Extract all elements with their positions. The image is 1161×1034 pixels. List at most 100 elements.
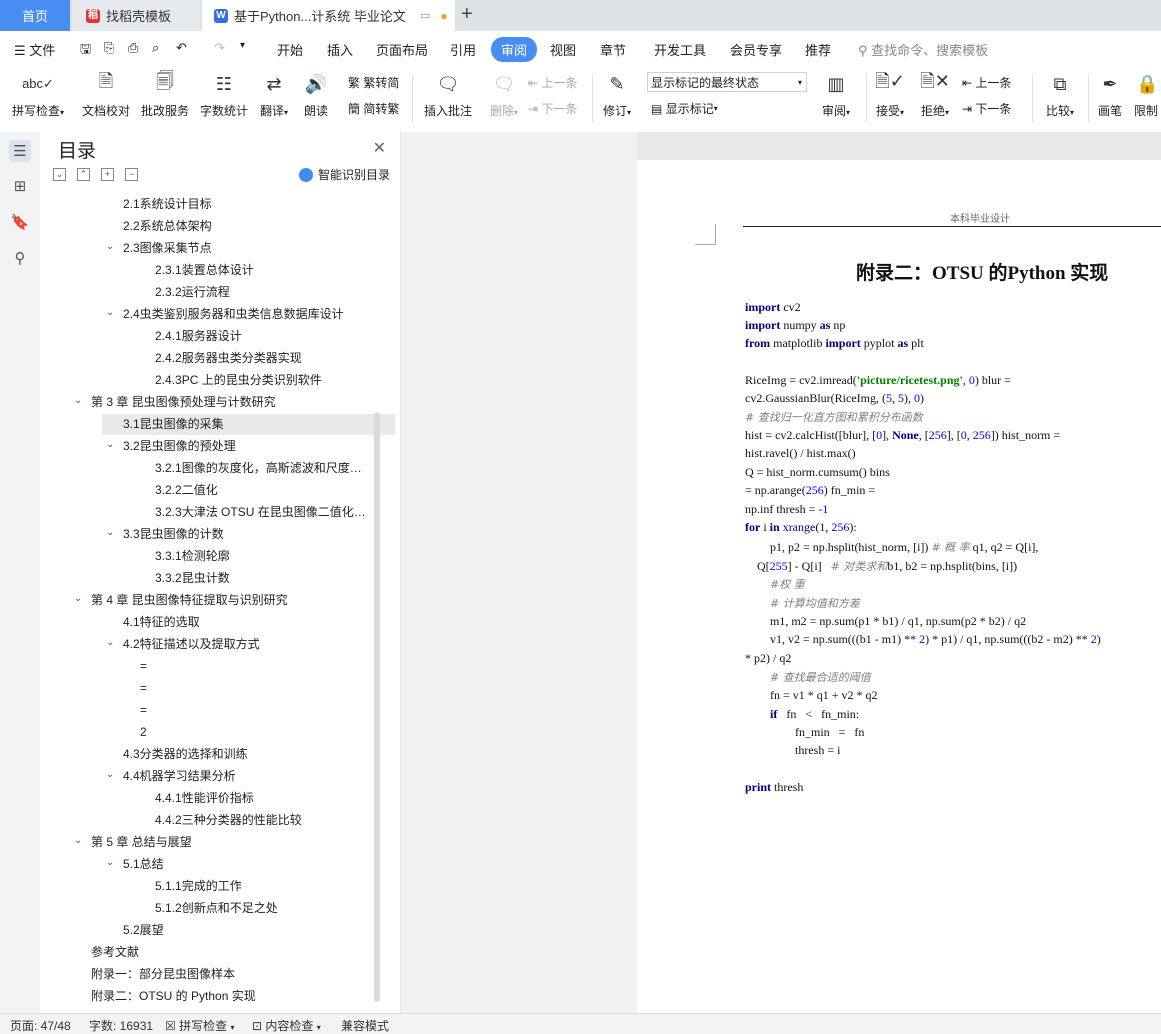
- close-icon[interactable]: ✕: [373, 138, 386, 158]
- redo-icon[interactable]: ↷: [214, 40, 225, 56]
- chevron-down-icon[interactable]: ⌄: [106, 527, 114, 538]
- reject-button[interactable]: 🗎✕ 拒绝▾: [905, 70, 965, 119]
- menu-member[interactable]: 会员专享: [730, 40, 782, 59]
- toc-item[interactable]: 4.4机器学习结果分析: [123, 766, 374, 787]
- toc-item[interactable]: 2.3图像采集节点: [123, 238, 374, 259]
- file-menu[interactable]: ☰ 文件: [14, 40, 55, 59]
- menu-insert[interactable]: 插入: [327, 40, 353, 59]
- toc-item[interactable]: 3.3.2昆虫计数: [155, 568, 374, 589]
- toc-item[interactable]: 4.4.2三种分类器的性能比较: [155, 810, 374, 831]
- save-icon[interactable]: 🖫: [80, 40, 91, 62]
- next-change-button[interactable]: ⇥ 下一条: [962, 100, 1011, 117]
- add-heading-icon[interactable]: +: [101, 168, 114, 181]
- insert-comment-button[interactable]: 🗨 插入批注: [418, 70, 478, 119]
- search-icon[interactable]: ⚲: [9, 247, 31, 269]
- batch-service-button[interactable]: 🗐 批改服务: [135, 70, 195, 119]
- toc-item[interactable]: 3.2昆虫图像的预处理: [123, 436, 374, 457]
- chevron-down-icon[interactable]: ⌄: [106, 241, 114, 252]
- toc-item[interactable]: 3.2.2二值化: [155, 480, 374, 501]
- read-aloud-button[interactable]: 🔊 朗读: [290, 70, 342, 119]
- spell-check-button[interactable]: abc✓ 拼写检查▾: [8, 70, 68, 119]
- toc-item[interactable]: 5.1总结: [123, 854, 374, 875]
- toc-item[interactable]: =: [140, 678, 374, 699]
- toc-item[interactable]: 2.3.2运行流程: [155, 282, 374, 303]
- word-count-indicator[interactable]: 字数: 16931: [89, 1017, 153, 1034]
- delete-comment-button[interactable]: 🗨 删除▾: [474, 70, 534, 119]
- chevron-down-icon[interactable]: ⌄: [106, 439, 114, 450]
- remove-heading-icon[interactable]: −: [125, 168, 138, 181]
- chevron-down-icon[interactable]: ⌄: [106, 857, 114, 868]
- toc-item[interactable]: 4.4.1性能评价指标: [155, 788, 374, 809]
- menu-developer[interactable]: 开发工具: [654, 40, 706, 59]
- tab-templates[interactable]: 稻 找稻壳模板: [72, 0, 200, 31]
- menu-start[interactable]: 开始: [277, 40, 303, 59]
- display-state-select[interactable]: 显示标记的最终状态 ▾: [647, 72, 807, 92]
- new-tab-plus-icon[interactable]: +: [461, 3, 473, 26]
- menu-layout[interactable]: 页面布局: [376, 40, 428, 59]
- prev-change-button[interactable]: ⇤ 上一条: [962, 74, 1011, 91]
- bookmark-icon[interactable]: 🔖: [9, 211, 31, 233]
- toc-item[interactable]: 3.1昆虫图像的采集: [102, 414, 395, 435]
- word-count-button[interactable]: ☷ 字数统计: [194, 70, 254, 119]
- toc-item[interactable]: 5.2展望: [123, 920, 374, 941]
- tab-home[interactable]: 首页: [0, 0, 70, 31]
- toc-item[interactable]: 第 5 章 总结与展望: [91, 832, 374, 853]
- prev-comment-button[interactable]: ⇤ 上一条: [528, 74, 577, 91]
- print-icon[interactable]: ⎙: [128, 40, 138, 56]
- toc-item[interactable]: 3.3.1检测轮廓: [155, 546, 374, 567]
- tab-document[interactable]: W 基于Python...计系统 毕业论文 ▭ ●: [202, 0, 455, 31]
- page-indicator[interactable]: 页面: 47/48: [10, 1017, 71, 1034]
- toc-item[interactable]: 2.2系统总体架构: [123, 216, 374, 237]
- expand-up-icon[interactable]: ⌃: [77, 168, 90, 181]
- export-icon[interactable]: ⎘: [104, 40, 114, 56]
- show-markup-button[interactable]: ▤ 显示标记 ▾: [651, 100, 718, 117]
- toc-scrollbar[interactable]: [374, 412, 380, 1002]
- toc-item[interactable]: 4.1特征的选取: [123, 612, 374, 633]
- undo-icon[interactable]: ↶: [176, 40, 187, 56]
- chevron-down-icon[interactable]: ⌄: [74, 395, 82, 406]
- next-comment-button[interactable]: ⇥ 下一条: [528, 100, 577, 117]
- toc-item[interactable]: 参考文献: [91, 942, 374, 963]
- toc-item[interactable]: 2.4虫类鉴别服务器和虫类信息数据库设计: [123, 304, 374, 325]
- menu-view[interactable]: 视图: [550, 40, 576, 59]
- to-traditional-button[interactable]: 繁 繁转简: [348, 74, 399, 91]
- menu-review[interactable]: 审阅: [491, 37, 538, 62]
- toc-item[interactable]: 2.4.3PC 上的昆虫分类识别软件: [155, 370, 374, 391]
- chevron-down-icon[interactable]: ⌄: [74, 835, 82, 846]
- toc-item[interactable]: 第 4 章 昆虫图像特征提取与识别研究: [91, 590, 374, 611]
- toc-item[interactable]: 2.4.2服务器虫类分类器实现: [155, 348, 374, 369]
- pen-button[interactable]: ✒ 画笔: [1086, 70, 1134, 119]
- toc-item[interactable]: 2: [140, 722, 374, 743]
- restrict-button[interactable]: 🔒 限制: [1134, 70, 1161, 119]
- toc-item[interactable]: =: [140, 700, 374, 721]
- review-button[interactable]: ▥ 审阅▾: [806, 70, 866, 119]
- toc-item[interactable]: 4.3分类器的选择和训练: [123, 744, 374, 765]
- toc-item[interactable]: 4.2特征描述以及提取方式: [123, 634, 374, 655]
- status-spell-check[interactable]: ☒ 拼写检查 ▾: [165, 1017, 234, 1034]
- status-content-check[interactable]: ⊡ 内容检查 ▾: [252, 1017, 321, 1034]
- toc-item[interactable]: 第 3 章 昆虫图像预处理与计数研究: [91, 392, 374, 413]
- doc-proof-button[interactable]: 🗎 文档校对: [76, 70, 136, 119]
- menu-recommend[interactable]: 推荐: [805, 40, 831, 59]
- toc-item[interactable]: 3.2.3大津法 OTSU 在昆虫图像二值化…: [155, 502, 374, 523]
- toc-item[interactable]: 5.1.1完成的工作: [155, 876, 374, 897]
- command-search[interactable]: ⚲ 查找命令、搜索模板: [858, 40, 988, 59]
- toc-item[interactable]: 3.3昆虫图像的计数: [123, 524, 374, 545]
- toc-item[interactable]: 2.4.1服务器设计: [155, 326, 374, 347]
- chevron-down-icon[interactable]: ⌄: [106, 307, 114, 318]
- document-page[interactable]: 本科毕业设计 附录二：OTSU 的Python 实现 import cv2 im…: [637, 160, 1161, 1013]
- chevron-down-icon[interactable]: ⌄: [106, 637, 114, 648]
- smart-toc-button[interactable]: 智能识别目录: [298, 166, 390, 183]
- toc-panel-icon[interactable]: ☰: [9, 140, 31, 162]
- toc-item[interactable]: =: [140, 656, 374, 677]
- revise-button[interactable]: ✎ 修订▾: [594, 70, 640, 119]
- toc-item[interactable]: 附录一：部分昆虫图像样本: [91, 964, 374, 985]
- menu-reference[interactable]: 引用: [450, 40, 476, 59]
- collapse-all-icon[interactable]: ⌄: [53, 168, 66, 181]
- chevron-down-icon[interactable]: ⌄: [74, 593, 82, 604]
- compare-button[interactable]: ⧉ 比较▾: [1030, 70, 1090, 119]
- chapter-nav-icon[interactable]: ⊞: [9, 175, 31, 197]
- monitor-icon[interactable]: ▭: [420, 9, 430, 22]
- more-dropdown-icon[interactable]: ▾: [240, 40, 245, 51]
- toc-item[interactable]: 5.1.2创新点和不足之处: [155, 898, 374, 919]
